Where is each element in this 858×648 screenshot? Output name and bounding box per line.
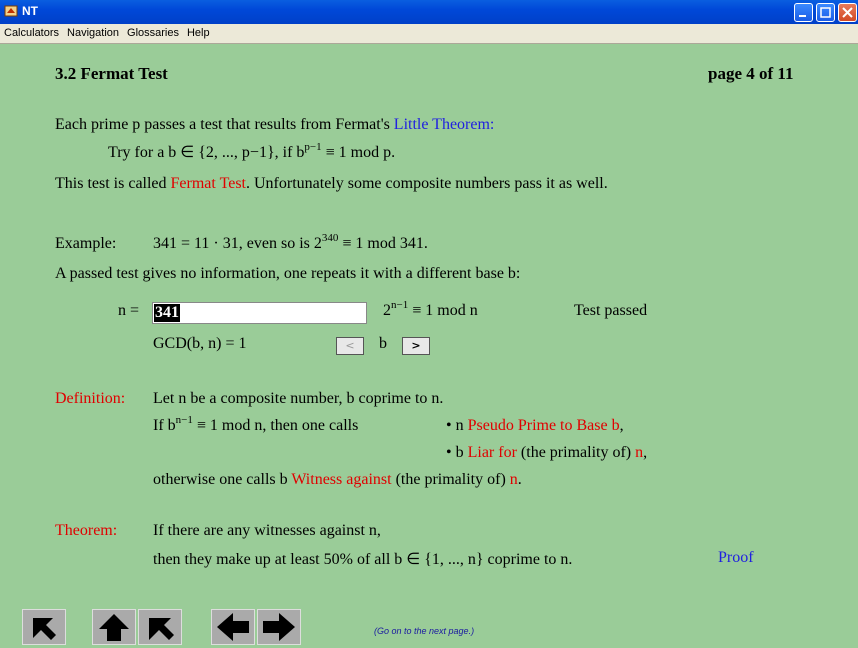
def4-mid: (the primality of) — [391, 471, 510, 488]
page-content: 3.2 Fermat Test page 4 of 11 Each prime … — [0, 44, 858, 648]
chevron-right-icon: > — [411, 339, 421, 352]
bullet2-text: • b — [446, 444, 468, 461]
base-label: b — [379, 335, 387, 352]
bullet1-comma: , — [619, 417, 624, 434]
intro-text-3b: . Unfortunately some composite numbers p… — [246, 175, 608, 192]
gcd-text: GCD(b, n) = 1 — [153, 335, 247, 352]
arrow-left-icon — [217, 613, 249, 641]
arrow-up-left-icon — [149, 618, 174, 640]
n-input-value: 341 — [154, 304, 180, 322]
definition-line-4: otherwise one calls b Witness against (t… — [153, 471, 522, 489]
example-formula: 341 = 11 · 31, even so is 2 — [153, 235, 322, 252]
close-button[interactable] — [838, 3, 857, 22]
test-result: Test passed — [574, 302, 648, 319]
intro-text-3: This test is called — [55, 175, 171, 192]
def4-n: n — [509, 471, 518, 488]
theorem-label: Theorem: — [55, 522, 118, 539]
n-label: n = — [118, 302, 140, 319]
definition-line-2: If bn−1 ≡ 1 mod n, then one calls — [153, 414, 359, 435]
bullet-liar: • b Liar for (the primality of) n, — [446, 444, 647, 462]
bullet2-mid: (the primality of) — [516, 444, 636, 461]
arrow-up-left-icon — [33, 618, 56, 640]
bullet2-n: n — [635, 444, 644, 461]
intro-line-1: Each prime p passes a test that results … — [55, 116, 494, 134]
maximize-icon — [820, 7, 831, 18]
next-page-hint: (Go on to the next page.) — [374, 626, 475, 636]
intro-formula-end: ≡ 1 mod p. — [321, 144, 396, 161]
example-label: Example: — [55, 235, 117, 252]
minimize-button[interactable] — [794, 3, 813, 22]
formula-base: 2 — [383, 302, 391, 319]
definition-line-1: Let n be a composite number, b coprime t… — [153, 390, 444, 407]
intro-exponent: p−1 — [304, 141, 322, 153]
example-formula-end: ≡ 1 mod 341. — [338, 235, 428, 252]
menu-navigation[interactable]: Navigation — [63, 24, 123, 39]
def-formula: If b — [153, 417, 176, 434]
example-exponent: 340 — [321, 232, 339, 244]
prev-base-button[interactable]: < — [336, 337, 364, 355]
menu-glossaries[interactable]: Glossaries — [123, 24, 183, 39]
definition-label: Definition: — [55, 390, 126, 407]
menu-help[interactable]: Help — [183, 24, 214, 39]
title-bar: NT — [0, 0, 858, 24]
def-exponent: n−1 — [175, 414, 193, 426]
page-indicator: page 4 of 11 — [708, 64, 794, 83]
little-theorem-link[interactable]: Little Theorem: — [394, 116, 495, 133]
intro-text: Each prime p passes a test that results … — [55, 116, 394, 133]
arrow-right-icon — [263, 613, 295, 641]
theorem-line-1: If there are any witnesses against n, — [153, 522, 381, 539]
nav-back-button[interactable] — [138, 609, 182, 645]
pseudo-prime-term[interactable]: Pseudo Prime to Base b — [468, 417, 620, 434]
intro-line-2: Try for a b ∈ {2, ..., p−1}, if bp−1 ≡ 1… — [108, 142, 395, 162]
fermat-test-term[interactable]: Fermat Test — [171, 175, 246, 192]
maximize-button[interactable] — [816, 3, 835, 22]
arrow-up-icon — [99, 614, 129, 641]
bullet2-comma: , — [643, 444, 648, 461]
menu-calculators[interactable]: Calculators — [0, 24, 63, 39]
formula-exponent: n−1 — [391, 299, 409, 311]
nav-first-button[interactable] — [22, 609, 66, 645]
n-input[interactable]: 341 — [152, 302, 367, 324]
close-icon — [842, 7, 853, 18]
bullet1-text: • n — [446, 417, 468, 434]
proof-link[interactable]: Proof — [718, 549, 754, 567]
next-base-button[interactable]: > — [402, 337, 430, 355]
minimize-icon — [799, 15, 806, 17]
witness-term[interactable]: Witness against — [291, 471, 391, 488]
nav-next-button[interactable] — [257, 609, 301, 645]
section-title: 3.2 Fermat Test — [55, 64, 168, 83]
menu-bar: Calculators Navigation Glossaries Help — [0, 24, 858, 44]
window-title: NT — [22, 4, 38, 18]
app-icon — [4, 5, 18, 17]
theorem-line-2: then they make up at least 50% of all b … — [153, 551, 573, 568]
nav-previous-button[interactable] — [211, 609, 255, 645]
fermat-formula: 2n−1 ≡ 1 mod n — [383, 299, 478, 320]
example-line-2: A passed test gives no information, one … — [55, 265, 521, 282]
def4-period: . — [517, 471, 522, 488]
def-formula-end: ≡ 1 mod n, then one calls — [192, 417, 359, 434]
intro-line-3: This test is called Fermat Test. Unfortu… — [55, 175, 608, 193]
chevron-left-icon: < — [345, 339, 355, 352]
example-text: 341 = 11 · 31, even so is 2340 ≡ 1 mod 3… — [153, 232, 428, 253]
bullet-pseudo-prime: • n Pseudo Prime to Base b, — [446, 417, 624, 435]
nav-up-button[interactable] — [92, 609, 136, 645]
formula-end: ≡ 1 mod n — [408, 302, 478, 319]
intro-formula: Try for a b ∈ {2, ..., p−1}, if b — [108, 144, 305, 161]
def4-text: otherwise one calls b — [153, 471, 292, 488]
liar-term[interactable]: Liar for — [468, 444, 517, 461]
